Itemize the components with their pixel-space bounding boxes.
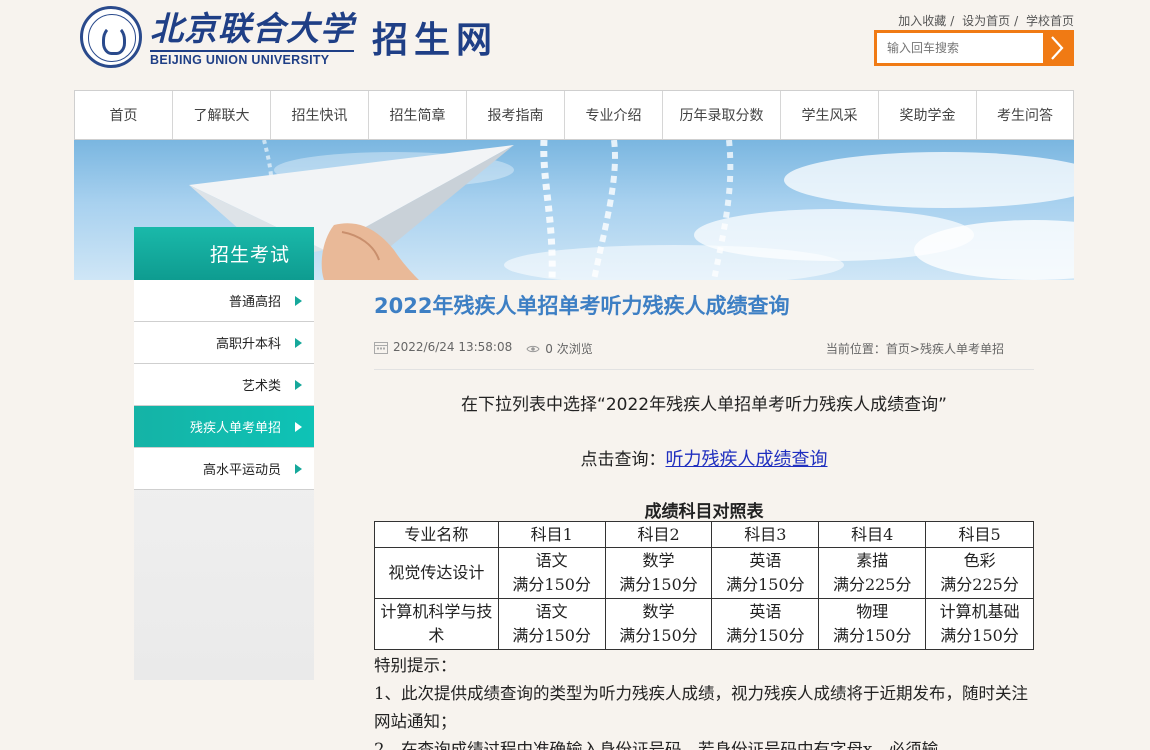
view-count: 0 次浏览: [545, 342, 593, 356]
sidebar-item-vocational-upgrade[interactable]: 高职升本科: [134, 322, 314, 364]
notice-heading: 特别提示：: [374, 656, 457, 675]
logo-chinese-name: 北京联合大学: [150, 8, 354, 48]
search-button[interactable]: [1043, 33, 1071, 63]
subject-cell: 语文 满分150分: [497, 547, 606, 599]
table-header-cell: 科目3: [711, 521, 820, 548]
query-line: 点击查询：听力残疾人成绩查询: [374, 445, 1034, 471]
nav-guide[interactable]: 报考指南: [467, 91, 565, 139]
subject-score-table: 专业名称 科目1 科目2 科目3 科目4 科目5 视觉传达设计 语文 满分150分…: [374, 521, 1034, 650]
notice-item: 1、此次提供成绩查询的类型为听力残疾人成绩，视力残疾人成绩将于近期发布，随时关注…: [374, 684, 1028, 731]
table-caption: 成绩科目对照表: [644, 502, 764, 522]
instruction-line: 在下拉列表中选择“2022年残疾人单招单考听力残疾人成绩查询”: [461, 395, 947, 415]
breadcrumb-current-link[interactable]: 残疾人单考单招: [920, 342, 1004, 356]
article: 2022年残疾人单招单考听力残疾人成绩查询 2022/6/24 13:58:08…: [374, 280, 1034, 750]
sidebar-item-label: 残疾人单考单招: [189, 421, 281, 436]
university-logo[interactable]: 北京联合大学 BEIJING UNION UNIVERSITY 招生网: [80, 6, 498, 68]
subject-cell: 语文 满分150分: [497, 598, 606, 650]
subject-cell: 数学 满分150分: [604, 547, 713, 599]
nav-brochure[interactable]: 招生简章: [369, 91, 467, 139]
special-notice: 特别提示： 1、此次提供成绩查询的类型为听力残疾人成绩，视力残疾人成绩将于近期发…: [374, 652, 1034, 750]
table-header-cell: 科目2: [604, 521, 713, 548]
sidebar-item-label: 高职升本科: [215, 337, 281, 352]
major-cell: 视觉传达设计: [374, 547, 499, 599]
sidebar-item-athletes[interactable]: 高水平运动员: [134, 448, 314, 490]
site-name: 招生网: [372, 19, 499, 61]
eye-icon: [526, 345, 540, 352]
sidebar-item-label: 普通高招: [228, 295, 281, 310]
school-homepage-link[interactable]: 学校首页: [1026, 14, 1074, 28]
triangle-right-icon: [295, 379, 302, 390]
sidebar-item-label: 艺术类: [241, 379, 281, 394]
add-favorite-link[interactable]: 加入收藏: [898, 14, 946, 28]
triangle-right-icon: [295, 295, 302, 306]
university-seal-icon: [80, 6, 142, 68]
sidebar: 普通高招 高职升本科 艺术类 残疾人单考单招 高水平运动员: [134, 280, 314, 680]
notice-item: 2、在查询成绩过程中准确输入身份证号码，若身份证号码中有字母x，必须输: [374, 740, 939, 750]
nav-about[interactable]: 了解联大: [173, 91, 271, 139]
triangle-right-icon: [295, 463, 302, 474]
table-header-cell: 科目4: [818, 521, 927, 548]
subject-cell: 英语 满分150分: [711, 547, 820, 599]
breadcrumb-home-link[interactable]: 首页: [886, 342, 910, 356]
chevron-right-icon: [1051, 36, 1064, 60]
sidebar-item-art[interactable]: 艺术类: [134, 364, 314, 406]
table-row: 计算机科学与技术 语文 满分150分 数学 满分150分 英语 满分150分 物理 满分…: [374, 598, 1034, 650]
triangle-right-icon: [295, 337, 302, 348]
nav-scholarships[interactable]: 奖助学金: [879, 91, 977, 139]
table-row: 视觉传达设计 语文 满分150分 数学 满分150分 英语 满分150分 素描 满分22…: [374, 547, 1034, 599]
publish-date: 2022/6/24 13:58:08: [393, 340, 513, 354]
hearing-score-query-link[interactable]: 听力残疾人成绩查询: [666, 449, 828, 470]
subject-cell: 英语 满分150分: [711, 598, 820, 650]
query-prefix: 点击查询：: [580, 450, 666, 470]
nav-student-style[interactable]: 学生风采: [781, 91, 879, 139]
search-box: [874, 30, 1074, 66]
major-cell: 计算机科学与技术: [374, 598, 499, 650]
nav-news[interactable]: 招生快讯: [271, 91, 369, 139]
nav-past-scores[interactable]: 历年录取分数: [663, 91, 781, 139]
breadcrumb: 当前位置：首页>残疾人单考单招: [826, 340, 1004, 357]
table-header-cell: 科目1: [497, 521, 606, 548]
article-meta: 2022/6/24 13:58:08 0 次浏览 当前位置：首页>残疾人单考单招: [374, 340, 1034, 370]
table-header-row: 专业名称 科目1 科目2 科目3 科目4 科目5: [374, 521, 1034, 548]
breadcrumb-separator: >: [909, 342, 920, 356]
table-header-cell: 专业名称: [374, 521, 499, 548]
top-links: 加入收藏 / 设为首页 / 学校首页: [898, 14, 1074, 28]
header: 北京联合大学 BEIJING UNION UNIVERSITY 招生网 加入收藏…: [74, 0, 1074, 90]
main-nav: 首页 了解联大 招生快讯 招生简章 报考指南 专业介绍 历年录取分数 学生风采 …: [74, 90, 1074, 140]
sidebar-item-disabled-admission[interactable]: 残疾人单考单招: [134, 406, 314, 448]
sidebar-item-label: 高水平运动员: [202, 463, 281, 478]
logo-english-name: BEIJING UNION UNIVERSITY: [150, 49, 354, 67]
nav-majors[interactable]: 专业介绍: [565, 91, 663, 139]
subject-cell: 计算机基础 满分150分: [925, 598, 1034, 650]
search-input[interactable]: [877, 33, 1043, 63]
triangle-right-icon: [295, 421, 302, 432]
article-title: 2022年残疾人单招单考听力残疾人成绩查询: [374, 294, 790, 318]
sidebar-title: 招生考试: [134, 227, 314, 280]
subject-cell: 数学 满分150分: [604, 598, 713, 650]
subject-cell: 色彩 满分225分: [925, 547, 1034, 599]
breadcrumb-prefix: 当前位置：: [825, 342, 886, 356]
table-header-cell: 科目5: [925, 521, 1034, 548]
set-homepage-link[interactable]: 设为首页: [962, 14, 1010, 28]
nav-home[interactable]: 首页: [75, 91, 173, 139]
nav-faq[interactable]: 考生问答: [977, 91, 1073, 139]
calendar-icon: [374, 341, 388, 354]
subject-cell: 物理 满分150分: [818, 598, 927, 650]
sidebar-item-general[interactable]: 普通高招: [134, 280, 314, 322]
subject-cell: 素描 满分225分: [818, 547, 927, 599]
